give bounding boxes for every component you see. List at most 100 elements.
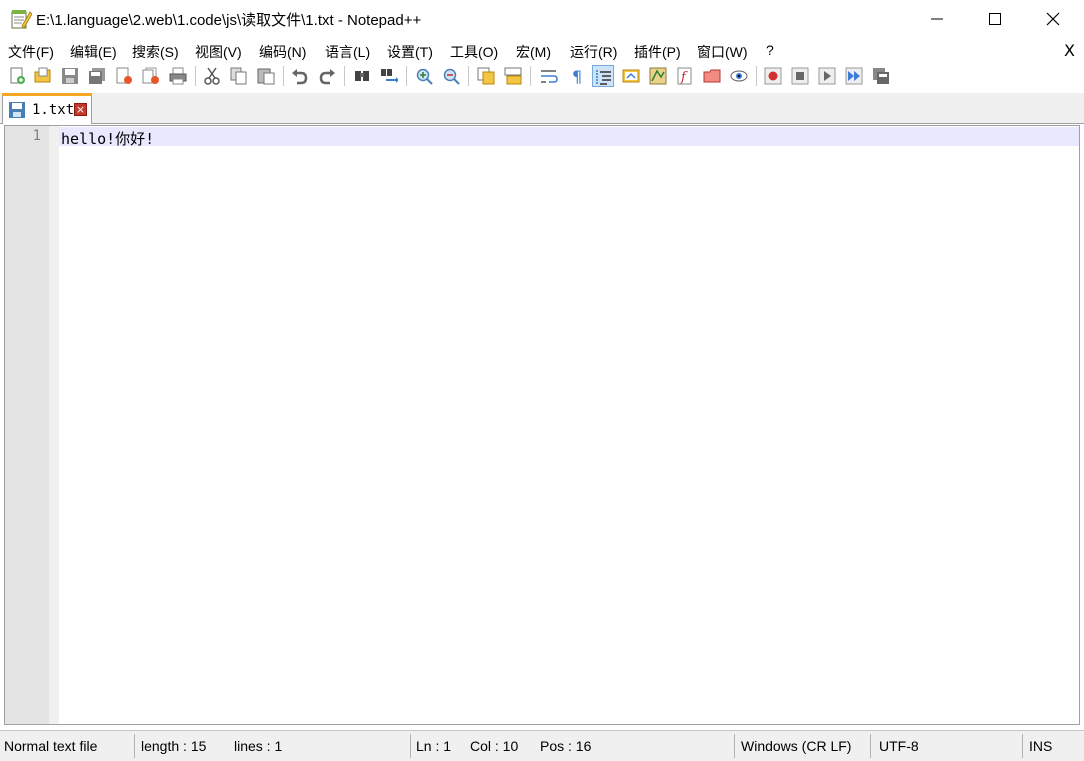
print-button[interactable] bbox=[167, 65, 189, 87]
menu-search[interactable]: 搜索(S) bbox=[132, 42, 179, 62]
print-icon bbox=[169, 67, 187, 85]
minimize-icon bbox=[931, 18, 943, 20]
close-file-button[interactable] bbox=[113, 65, 135, 87]
minimize-button[interactable] bbox=[908, 0, 966, 38]
sync-horizontal-icon bbox=[504, 67, 522, 85]
play-macro-button[interactable] bbox=[816, 65, 838, 87]
record-macro-button[interactable] bbox=[762, 65, 784, 87]
zoom-in-button[interactable] bbox=[413, 65, 435, 87]
undo-icon bbox=[292, 69, 308, 85]
menu-edit[interactable]: 编辑(E) bbox=[70, 42, 117, 62]
close-icon bbox=[1046, 12, 1060, 26]
current-line-highlight bbox=[59, 127, 1079, 146]
editor-line-text[interactable]: hello!你好! bbox=[61, 128, 154, 149]
close-window-button[interactable] bbox=[1024, 0, 1082, 38]
text-editor[interactable]: 1 hello!你好! bbox=[4, 125, 1080, 725]
close-document-button[interactable]: X bbox=[1064, 41, 1075, 60]
stop-macro-button[interactable] bbox=[789, 65, 811, 87]
menu-settings[interactable]: 设置(T) bbox=[387, 42, 433, 62]
close-file-icon bbox=[116, 67, 132, 84]
status-separator bbox=[410, 734, 411, 758]
undo-button[interactable] bbox=[289, 65, 311, 87]
line-number-gutter: 1 bbox=[5, 126, 59, 724]
menu-window[interactable]: 窗口(W) bbox=[697, 42, 748, 62]
user-language-icon bbox=[622, 69, 640, 83]
function-list-button[interactable]: f bbox=[674, 65, 696, 87]
tab-close-button[interactable]: × bbox=[74, 103, 87, 116]
document-map-button[interactable] bbox=[647, 65, 669, 87]
save-macro-button[interactable] bbox=[870, 65, 892, 87]
active-tab-indicator bbox=[2, 93, 92, 96]
paste-button[interactable] bbox=[255, 65, 277, 87]
redo-icon bbox=[319, 69, 335, 85]
cut-button[interactable] bbox=[201, 65, 223, 87]
toolbar-separator bbox=[756, 66, 757, 86]
copy-button[interactable] bbox=[228, 65, 250, 87]
save-all-icon bbox=[89, 68, 105, 84]
zoom-out-button[interactable] bbox=[440, 65, 462, 87]
sync-vertical-icon bbox=[477, 67, 495, 85]
save-macro-icon bbox=[873, 68, 889, 84]
status-insert-mode: INS bbox=[1029, 738, 1053, 754]
toolbar-separator bbox=[195, 66, 196, 86]
menu-plugins[interactable]: 插件(P) bbox=[634, 42, 681, 62]
replace-button[interactable] bbox=[378, 65, 400, 87]
run-macro-multiple-button[interactable] bbox=[843, 65, 865, 87]
saved-file-icon bbox=[9, 102, 25, 118]
menu-tools[interactable]: 工具(O) bbox=[450, 42, 498, 62]
function-list-icon: f bbox=[677, 67, 692, 85]
redo-button[interactable] bbox=[316, 65, 338, 87]
run-macro-multiple-icon bbox=[845, 67, 863, 85]
find-button[interactable] bbox=[351, 65, 373, 87]
cut-icon bbox=[204, 67, 220, 85]
close-all-button[interactable] bbox=[140, 65, 162, 87]
maximize-button[interactable] bbox=[966, 0, 1024, 38]
user-language-button[interactable] bbox=[620, 65, 642, 87]
close-all-icon bbox=[142, 67, 159, 84]
svg-text:¶: ¶ bbox=[572, 67, 582, 85]
record-macro-icon bbox=[764, 67, 782, 85]
tab-label: 1.txt bbox=[32, 102, 75, 118]
sync-horizontal-button[interactable] bbox=[502, 65, 524, 87]
folder-as-workspace-button[interactable] bbox=[701, 65, 723, 87]
menu-run[interactable]: 运行(R) bbox=[570, 42, 617, 62]
new-file-button[interactable] bbox=[6, 65, 28, 87]
toolbar: ¶ f bbox=[0, 63, 1084, 90]
save-button[interactable] bbox=[59, 65, 81, 87]
toolbar-separator bbox=[283, 66, 284, 86]
menu-help[interactable]: ? bbox=[766, 42, 774, 58]
status-position: Pos : 16 bbox=[540, 738, 592, 754]
status-eol[interactable]: Windows (CR LF) bbox=[741, 738, 851, 754]
save-all-button[interactable] bbox=[86, 65, 108, 87]
monitoring-button[interactable] bbox=[728, 65, 750, 87]
menu-encoding[interactable]: 编码(N) bbox=[259, 42, 306, 62]
notepad-app-icon bbox=[10, 8, 33, 30]
menu-language[interactable]: 语言(L) bbox=[325, 42, 370, 62]
toolbar-separator bbox=[344, 66, 345, 86]
maximize-icon bbox=[989, 13, 1001, 25]
document-map-icon bbox=[649, 67, 667, 85]
menu-macro[interactable]: 宏(M) bbox=[516, 42, 551, 62]
find-icon bbox=[355, 71, 369, 81]
sync-vertical-button[interactable] bbox=[475, 65, 497, 87]
indent-guide-icon bbox=[596, 70, 611, 85]
save-icon bbox=[62, 68, 78, 84]
status-file-type: Normal text file bbox=[4, 738, 98, 754]
fold-margin bbox=[49, 126, 59, 724]
line-number: 1 bbox=[32, 128, 41, 144]
indent-guide-button[interactable] bbox=[592, 65, 614, 87]
tab-bar: 1.txt × bbox=[0, 93, 1084, 124]
tab-1-txt[interactable]: 1.txt × bbox=[2, 93, 92, 124]
word-wrap-button[interactable] bbox=[538, 65, 560, 87]
open-file-button[interactable] bbox=[32, 65, 54, 87]
menu-bar: 文件(F) 编辑(E) 搜索(S) 视图(V) 编码(N) 语言(L) 设置(T… bbox=[0, 40, 1084, 62]
copy-icon bbox=[230, 67, 247, 85]
word-wrap-icon bbox=[541, 70, 558, 83]
menu-file[interactable]: 文件(F) bbox=[8, 42, 54, 62]
menu-view[interactable]: 视图(V) bbox=[195, 42, 242, 62]
window-title: E:\1.language\2.web\1.code\js\读取文件\1.txt… bbox=[36, 12, 422, 29]
show-all-characters-button[interactable]: ¶ bbox=[565, 65, 587, 87]
title-bar: E:\1.language\2.web\1.code\js\读取文件\1.txt… bbox=[0, 0, 1084, 38]
status-encoding[interactable]: UTF-8 bbox=[879, 738, 919, 754]
zoom-out-icon bbox=[443, 68, 460, 85]
